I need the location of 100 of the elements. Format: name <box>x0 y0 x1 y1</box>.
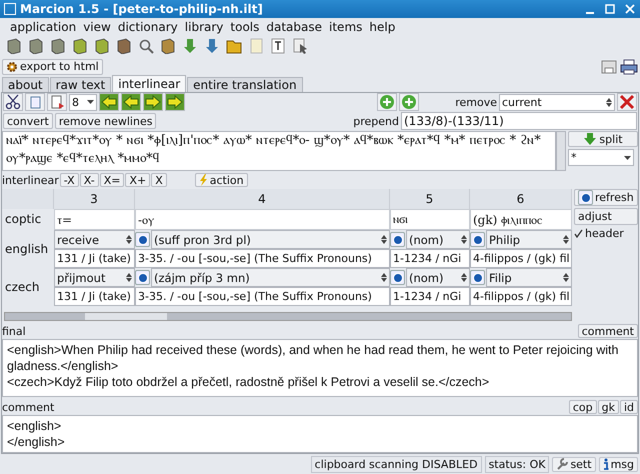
printer-icon[interactable] <box>620 58 638 74</box>
reference-cell: 131 / Ji (take) <box>54 249 135 268</box>
menu-item[interactable]: database <box>266 20 322 34</box>
column-button[interactable]: X+ <box>125 173 150 187</box>
remove-select[interactable]: current <box>499 94 615 110</box>
toolbar-button[interactable]: convert <box>3 113 53 129</box>
menu-item[interactable]: items <box>329 20 362 34</box>
page-select[interactable]: 8 <box>69 94 97 110</box>
arrow-down-icon[interactable] <box>204 38 220 54</box>
tab[interactable]: about <box>2 77 49 92</box>
tab[interactable]: entire translation <box>187 77 303 92</box>
arrow-right-icon[interactable] <box>165 93 185 111</box>
spinner-icon <box>563 273 569 282</box>
coptic-cell[interactable]: (gk) ⲫⲓⲗⲓⲡⲡⲟⲥ <box>470 209 572 230</box>
reference-cell: 4-filippos / (gk) fil <box>470 249 572 268</box>
word-select[interactable]: (zájm příp 3 mn) <box>151 268 390 287</box>
word-select[interactable]: Philip <box>486 230 572 249</box>
toolbar-button[interactable]: id <box>620 400 638 414</box>
folder-icon[interactable] <box>226 38 242 54</box>
separator-select[interactable]: * <box>568 149 634 166</box>
wrench-icon <box>556 458 568 470</box>
refresh-button[interactable]: refresh <box>574 189 638 206</box>
word-select[interactable]: (nom) <box>406 268 470 287</box>
column-header: 3 <box>54 189 135 209</box>
toolbar-button[interactable]: cop <box>568 400 597 414</box>
comment-label: comment <box>2 400 54 414</box>
radio-icon[interactable] <box>390 232 405 247</box>
column-button[interactable]: -X <box>60 173 79 187</box>
column-button[interactable]: X <box>151 173 167 187</box>
adjust-button[interactable]: adjust <box>574 208 638 225</box>
comment-button[interactable]: comment <box>578 324 638 338</box>
word-select[interactable]: (nom) <box>406 230 470 249</box>
comment-text-field[interactable]: <english> </english> <box>2 415 638 453</box>
close-button[interactable] <box>624 3 636 15</box>
word-select[interactable]: receive <box>54 230 135 249</box>
menu-item[interactable]: dictionary <box>118 20 178 34</box>
export-button[interactable]: export to html <box>2 58 103 74</box>
word-select[interactable]: přijmout <box>54 268 135 287</box>
spinner-icon <box>126 273 132 282</box>
column-button[interactable]: X= <box>100 173 124 187</box>
scrollbar[interactable] <box>4 312 572 321</box>
action-button[interactable]: action <box>194 173 248 187</box>
column-header: 4 <box>135 189 390 209</box>
search-icon[interactable] <box>138 38 154 54</box>
info-icon <box>602 458 609 470</box>
header-checkbox[interactable]: header <box>574 227 638 240</box>
column-button[interactable]: X- <box>80 173 99 187</box>
menu-item[interactable]: tools <box>230 20 260 34</box>
caret-icon <box>624 154 631 160</box>
messages-button[interactable]: msg <box>598 456 638 472</box>
pointer-icon[interactable] <box>292 38 308 54</box>
menu-item[interactable]: help <box>369 20 396 34</box>
toolbar-button[interactable]: remove newlines <box>54 113 156 129</box>
radio-icon[interactable] <box>390 270 405 285</box>
final-text-field[interactable] <box>2 339 638 397</box>
word-select[interactable]: (suff pron 3rd pl) <box>151 230 390 249</box>
text-line: </english> <box>7 434 66 450</box>
coptic-cell[interactable]: ⲛϭⲓ <box>390 209 470 230</box>
coptic-cell[interactable]: ⲧ= <box>54 209 135 230</box>
radio-icon[interactable] <box>470 232 485 247</box>
arrow-right-icon[interactable] <box>143 93 163 111</box>
radio-icon[interactable] <box>135 270 150 285</box>
spinner-icon <box>563 235 569 244</box>
row-label: english <box>4 241 50 258</box>
remove-label: remove <box>455 96 497 108</box>
menu-item[interactable]: library <box>184 20 224 34</box>
tab[interactable]: raw text <box>50 77 112 92</box>
arrow-down-icon <box>583 133 598 145</box>
coptic-text-field[interactable]: ⲛⲁⲓ̈* ⲛⲧⲉⲣⲉϥ*ϫⲓⲧ*ⲟⲩ * ⲛϭⲓ *ⲫ[ⲓⲗⲓ]ⲡ'ⲡⲟⲥ* ⲁⲩⲱ* ⲛⲧⲉⲣⲉϥ*ⲟ- ϣ*ⲟⲩ* ⲁϥ*ⲃⲱⲕ *ⲉⲣⲁⲧ*ϥ *ⲙ* ⲡⲉⲧⲣⲟⲥ * ϩⲛ* ⲟⲩ*ⲣⲁϣⲉ *ⲉϥ*ⲧⲉⲗⲏⲗ *ⲙⲙⲟ*ϥ <box>2 131 556 171</box>
add-icon[interactable] <box>399 93 420 111</box>
text-line: <czech>Když Filip toto obdržel a přečetl, radostně přišel k Petrovi a veselil se.</czech> <box>7 374 490 390</box>
tab[interactable]: interlinear <box>112 75 186 92</box>
menu-item[interactable]: view <box>83 20 111 34</box>
reference-cell: 3-35. / -ou [-sou,-se] (The Suffix Pronouns) <box>135 287 390 306</box>
spinner-icon <box>126 235 132 244</box>
menu-item[interactable]: application <box>10 20 76 34</box>
add-icon[interactable] <box>377 93 398 111</box>
split-button[interactable]: split <box>568 131 638 147</box>
scrollbar[interactable] <box>556 131 566 171</box>
maximize-button[interactable] <box>604 3 616 15</box>
paste-icon[interactable] <box>47 93 67 111</box>
prepend-field[interactable]: (133/8)-(133/11) <box>401 112 637 130</box>
text-icon[interactable] <box>270 38 286 54</box>
reference-cell: 1-1234 / nGi <box>390 287 470 306</box>
reference-cell: 1-1234 / nGi <box>390 249 470 268</box>
arrow-down-icon[interactable] <box>182 38 198 54</box>
word-select[interactable]: Filip <box>486 268 572 287</box>
arrow-left-icon[interactable] <box>121 93 141 111</box>
radio-icon[interactable] <box>470 270 485 285</box>
radio-icon[interactable] <box>135 232 150 247</box>
spinner-icon <box>606 98 612 106</box>
settings-button[interactable]: sett <box>552 456 596 472</box>
toolbar-button[interactable]: gk <box>598 400 619 414</box>
window-menu-icon[interactable] <box>4 3 16 15</box>
coptic-cell[interactable]: -ⲟⲩ <box>135 209 390 230</box>
reference-cell: 4-filippos / (gk) fil <box>470 287 572 306</box>
arrow-left-icon[interactable] <box>99 93 119 111</box>
close-icon[interactable] <box>617 93 637 111</box>
interlinear-label: interlinear <box>2 174 59 186</box>
scissors-icon[interactable] <box>3 93 23 111</box>
